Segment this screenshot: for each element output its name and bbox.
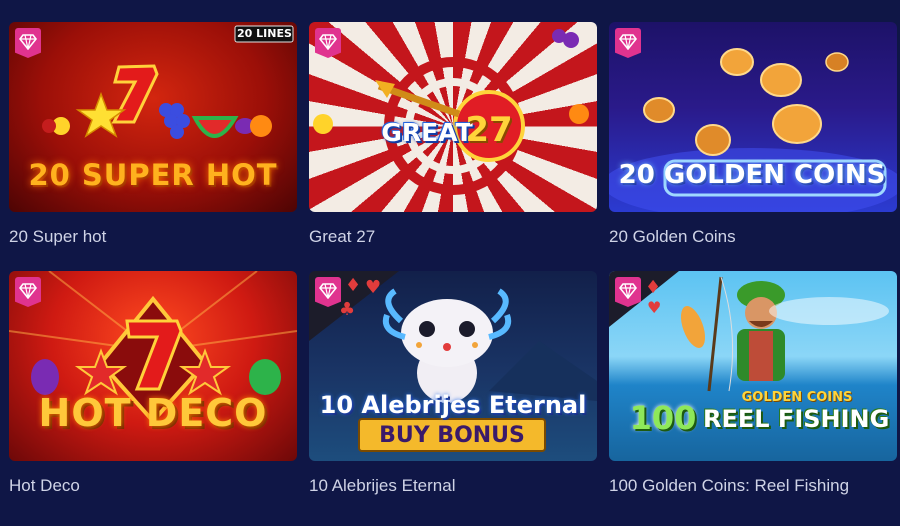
diamond-icon — [319, 33, 337, 50]
game-thumbnail[interactable]: ♦ ♥ GOLDEN COINS 100 REEL FISHING — [609, 271, 897, 461]
game-card-100-golden-coins-reel-fishing[interactable]: ♦ ♥ GOLDEN COINS 100 REEL FISHING 100 Go… — [609, 271, 897, 496]
game-card-10-alebrijes-eternal[interactable]: ♦ ♥ ♣ 10 Alebrijes Eternal BUY BONUS 10 … — [309, 271, 597, 496]
lines-badge-text: 20 LINES — [237, 27, 292, 40]
diamond-icon — [19, 282, 37, 299]
game-logo-text: REEL FISHING — [703, 405, 890, 433]
diamond-badge — [15, 277, 41, 307]
diamond-icon — [619, 33, 637, 50]
game-logo-number: 100 — [629, 399, 697, 437]
game-card-20-super-hot[interactable]: 20 LINES 20 SUPER HOT 20 Super hot — [9, 22, 297, 247]
game-card-hot-deco[interactable]: HOT DECO Hot Deco — [9, 271, 297, 496]
game-logo-text: 10 Alebrijes Eternal — [319, 391, 587, 419]
game-artwork — [313, 29, 589, 195]
game-title[interactable]: 100 Golden Coins: Reel Fishing — [609, 476, 897, 496]
diamond-icon — [619, 282, 637, 299]
game-logo-text: 20 GOLDEN COINS — [618, 160, 886, 190]
game-title[interactable]: Hot Deco — [9, 476, 297, 496]
svg-text:♥: ♥ — [647, 298, 661, 317]
game-logo-text: 20 SUPER HOT — [28, 158, 278, 192]
svg-text:♥: ♥ — [365, 277, 381, 298]
diamond-badge — [15, 28, 41, 58]
diamond-badge — [315, 28, 341, 58]
game-card-20-golden-coins[interactable]: 20 GOLDEN COINS 20 Golden Coins — [609, 22, 897, 247]
game-thumbnail[interactable]: 20 GOLDEN COINS — [609, 22, 897, 212]
game-thumbnail[interactable]: ♦ ♥ ♣ 10 Alebrijes Eternal BUY BONUS — [309, 271, 597, 461]
game-card-great-27[interactable]: GREAT 27 Great 27 — [309, 22, 597, 247]
svg-text:♦: ♦ — [345, 275, 361, 296]
game-title[interactable]: 20 Golden Coins — [609, 227, 897, 247]
diamond-badge — [615, 28, 641, 58]
game-title[interactable]: 20 Super hot — [9, 227, 297, 247]
diamond-icon — [19, 33, 37, 50]
game-sub-text: BUY BONUS — [379, 423, 525, 448]
game-title[interactable]: Great 27 — [309, 227, 597, 247]
game-logo-sub: GOLDEN COINS — [741, 390, 853, 405]
game-logo-number: 27 — [465, 110, 513, 150]
game-title[interactable]: 10 Alebrijes Eternal — [309, 476, 597, 496]
diamond-badge — [615, 277, 641, 307]
svg-text:♣: ♣ — [339, 299, 355, 320]
game-thumbnail[interactable]: 20 LINES 20 SUPER HOT — [9, 22, 297, 212]
diamond-badge — [315, 277, 341, 307]
svg-text:♦: ♦ — [645, 277, 661, 298]
diamond-icon — [319, 282, 337, 299]
game-thumbnail[interactable]: HOT DECO — [9, 271, 297, 461]
game-logo-text: HOT DECO — [38, 391, 268, 435]
game-thumbnail[interactable]: GREAT 27 — [309, 22, 597, 212]
game-grid: 20 LINES 20 SUPER HOT 20 Super hot GREAT… — [0, 0, 900, 526]
